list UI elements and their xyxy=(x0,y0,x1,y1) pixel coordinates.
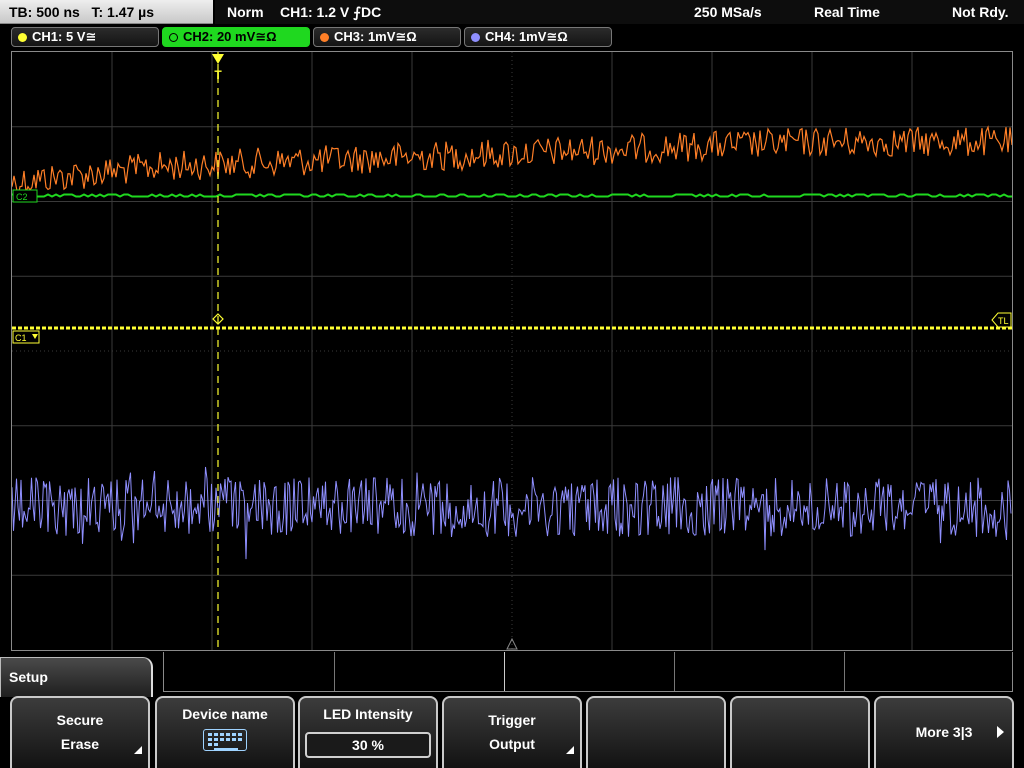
divider xyxy=(504,652,505,691)
ch1-marker-label: C1 xyxy=(15,333,27,343)
ch4-color-icon xyxy=(471,32,480,42)
divider xyxy=(674,652,675,691)
device-name-label: Device name xyxy=(182,706,268,722)
ch2-color-icon xyxy=(169,32,178,42)
ch2-label: CH2: 20 mV≅Ω xyxy=(183,29,277,44)
led-intensity-value[interactable]: 30 % xyxy=(305,732,431,758)
trigger-info: CH1: 1.2 V ⨍DC xyxy=(280,4,382,20)
status-bar: Norm CH1: 1.2 V ⨍DC 250 MSa/s Real Time … xyxy=(215,0,1024,24)
trigger-output-label-1: Trigger xyxy=(488,712,536,728)
trigger-time-value: T: 1.47 µs xyxy=(91,4,155,20)
submenu-corner-icon xyxy=(134,746,142,754)
ch2-marker-label: C2 xyxy=(16,192,28,202)
empty-softkey-6[interactable] xyxy=(730,696,870,768)
run-state: Not Rdy. xyxy=(952,4,1009,20)
ch2-trace xyxy=(12,193,1012,198)
trigger-mode: Norm xyxy=(227,4,264,20)
trigger-output-button[interactable]: Trigger Output xyxy=(442,696,582,768)
trigger-top-label: T xyxy=(214,68,222,82)
trigger-position-marker[interactable]: T xyxy=(212,54,224,82)
led-intensity-button[interactable]: LED Intensity 30 % xyxy=(298,696,438,768)
submenu-corner-icon xyxy=(566,746,574,754)
channel-button-ch3[interactable]: CH3: 1mV≅Ω xyxy=(313,27,461,47)
more-button[interactable]: More 3|3 xyxy=(874,696,1014,768)
ch3-trace xyxy=(12,125,1012,197)
led-intensity-label: LED Intensity xyxy=(323,706,413,722)
divider xyxy=(844,652,845,691)
secure-erase-button[interactable]: Secure Erase xyxy=(10,696,150,768)
divider xyxy=(334,652,335,691)
ch4-label: CH4: 1mV≅Ω xyxy=(485,29,568,44)
timebase-value: TB: 500 ns xyxy=(9,4,80,20)
channel-button-ch1[interactable]: CH1: 5 V≅ xyxy=(11,27,159,47)
setup-menu-tab[interactable]: Setup xyxy=(0,657,153,697)
ch3-color-icon xyxy=(320,32,329,42)
acquisition-mode: Real Time xyxy=(814,4,880,20)
waveform-display[interactable]: T C2 C1 TL xyxy=(11,51,1013,651)
secure-erase-label-1: Secure xyxy=(56,712,104,728)
more-label: More 3|3 xyxy=(915,724,973,740)
sample-rate: 250 MSa/s xyxy=(694,4,762,20)
keyboard-icon xyxy=(203,729,247,751)
info-strip xyxy=(163,652,1013,692)
device-name-button[interactable]: Device name xyxy=(155,696,295,768)
trigger-arrow-icon xyxy=(212,54,224,64)
channel-button-ch2[interactable]: CH2: 20 mV≅Ω xyxy=(162,27,310,47)
ch3-label: CH3: 1mV≅Ω xyxy=(334,29,417,44)
channel-button-ch4[interactable]: CH4: 1mV≅Ω xyxy=(464,27,612,47)
timebase-box[interactable]: TB: 500 ns T: 1.47 µs xyxy=(0,0,213,24)
trigger-level-label: TL xyxy=(998,316,1009,326)
empty-softkey-5[interactable] xyxy=(586,696,726,768)
secure-erase-label-2: Erase xyxy=(60,736,100,752)
trigger-output-label-2: Output xyxy=(489,736,535,752)
ch2-marker[interactable]: C2 xyxy=(12,189,38,203)
ch1-marker[interactable]: C1 xyxy=(12,330,40,344)
trigger-level-marker[interactable]: TL xyxy=(991,312,1012,328)
ch1-color-icon xyxy=(18,32,27,42)
ch1-label: CH1: 5 V≅ xyxy=(32,29,97,44)
setup-label: Setup xyxy=(9,669,48,685)
arrow-right-icon xyxy=(997,726,1004,738)
